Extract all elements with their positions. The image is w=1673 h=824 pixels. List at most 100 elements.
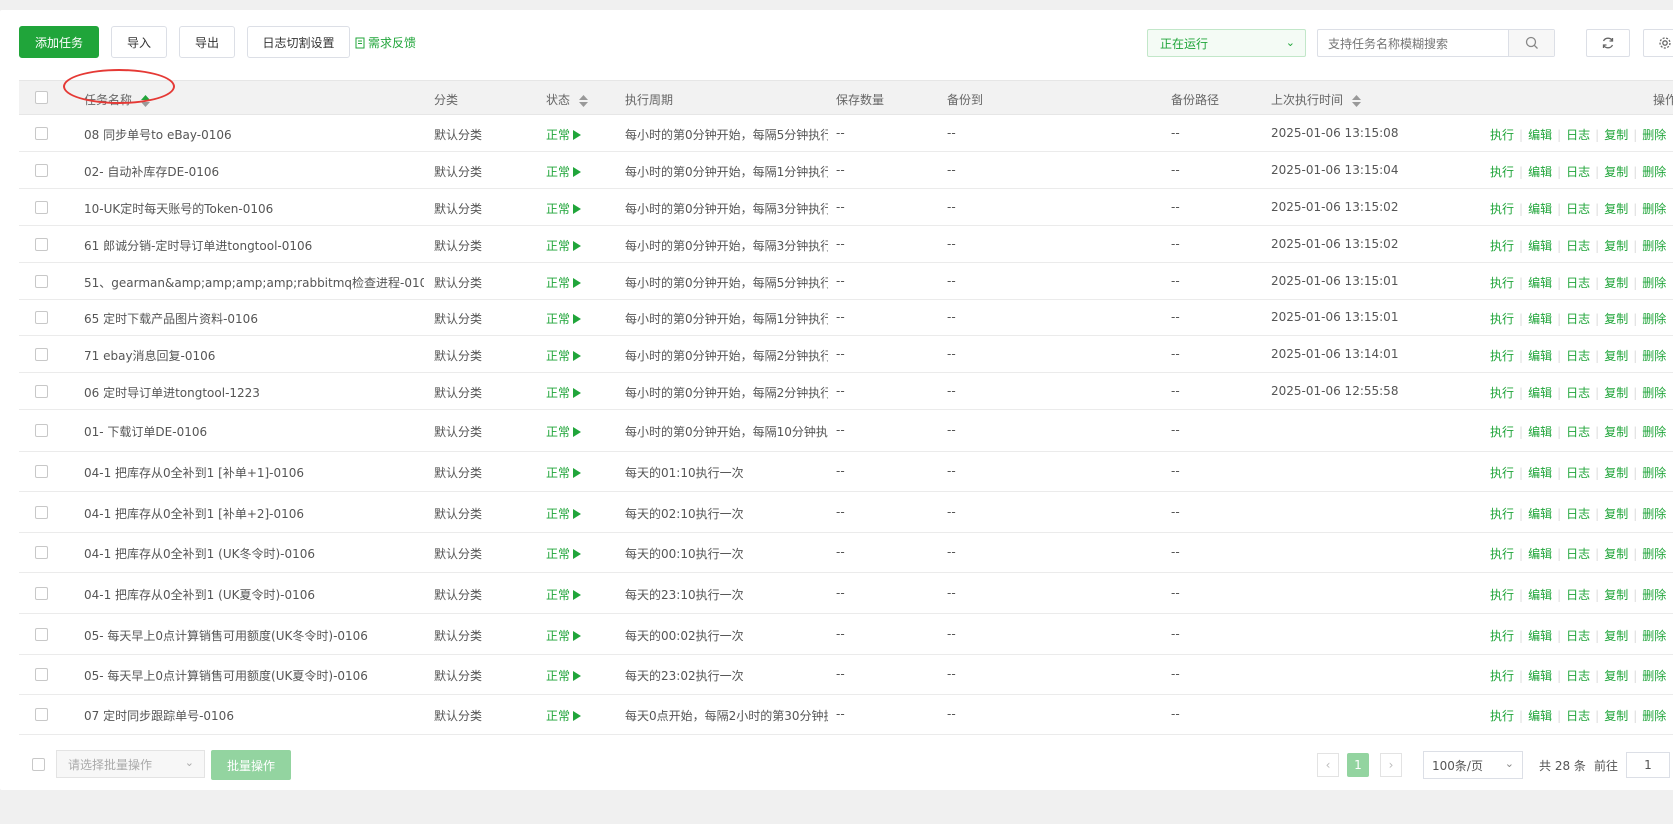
task-name[interactable]: 61 郎诚分销-定时导订单进tongtool-0106: [84, 237, 424, 254]
copy-link[interactable]: 复制: [1604, 466, 1628, 480]
log-link[interactable]: 日志: [1566, 202, 1590, 216]
edit-link[interactable]: 编辑: [1528, 588, 1552, 602]
status-filter-select[interactable]: 正在运行 ⌄: [1147, 29, 1306, 57]
log-split-settings-button[interactable]: 日志切割设置: [247, 26, 350, 58]
task-status[interactable]: 正常: [546, 274, 582, 291]
task-status[interactable]: 正常: [546, 586, 582, 603]
task-name[interactable]: 04-1 把库存从0全补到1 [补单+2]-0106: [84, 505, 424, 522]
log-link[interactable]: 日志: [1566, 312, 1590, 326]
task-name[interactable]: 04-1 把库存从0全补到1 (UK夏令时)-0106: [84, 586, 424, 603]
log-link[interactable]: 日志: [1566, 239, 1590, 253]
task-status[interactable]: 正常: [546, 200, 582, 217]
row-checkbox[interactable]: [35, 164, 48, 177]
run-link[interactable]: 执行: [1490, 547, 1514, 561]
edit-link[interactable]: 编辑: [1528, 709, 1552, 723]
row-checkbox[interactable]: [35, 311, 48, 324]
row-checkbox[interactable]: [35, 275, 48, 288]
row-checkbox[interactable]: [35, 587, 48, 600]
task-status[interactable]: 正常: [546, 667, 582, 684]
copy-link[interactable]: 复制: [1604, 202, 1628, 216]
edit-link[interactable]: 编辑: [1528, 669, 1552, 683]
task-status[interactable]: 正常: [546, 237, 582, 254]
header-last-run[interactable]: 上次执行时间: [1271, 91, 1361, 108]
edit-link[interactable]: 编辑: [1528, 629, 1552, 643]
copy-link[interactable]: 复制: [1604, 547, 1628, 561]
edit-link[interactable]: 编辑: [1528, 128, 1552, 142]
export-button[interactable]: 导出: [179, 26, 235, 58]
prev-page-button[interactable]: ‹: [1317, 753, 1339, 777]
run-link[interactable]: 执行: [1490, 312, 1514, 326]
delete-link[interactable]: 删除: [1642, 588, 1666, 602]
delete-link[interactable]: 删除: [1642, 202, 1666, 216]
settings-button[interactable]: [1643, 29, 1673, 57]
delete-link[interactable]: 删除: [1642, 128, 1666, 142]
delete-link[interactable]: 删除: [1642, 312, 1666, 326]
batch-action-select[interactable]: 请选择批量操作 ⌄: [56, 750, 205, 778]
row-checkbox[interactable]: [35, 238, 48, 251]
run-link[interactable]: 执行: [1490, 425, 1514, 439]
log-link[interactable]: 日志: [1566, 588, 1590, 602]
run-link[interactable]: 执行: [1490, 165, 1514, 179]
log-link[interactable]: 日志: [1566, 276, 1590, 290]
log-link[interactable]: 日志: [1566, 547, 1590, 561]
copy-link[interactable]: 复制: [1604, 386, 1628, 400]
copy-link[interactable]: 复制: [1604, 669, 1628, 683]
copy-link[interactable]: 复制: [1604, 425, 1628, 439]
log-link[interactable]: 日志: [1566, 669, 1590, 683]
task-status[interactable]: 正常: [546, 627, 582, 644]
run-link[interactable]: 执行: [1490, 202, 1514, 216]
edit-link[interactable]: 编辑: [1528, 349, 1552, 363]
log-link[interactable]: 日志: [1566, 466, 1590, 480]
task-status[interactable]: 正常: [546, 384, 582, 401]
row-checkbox[interactable]: [35, 546, 48, 559]
copy-link[interactable]: 复制: [1604, 239, 1628, 253]
page-size-select[interactable]: 100条/页 ⌄: [1423, 751, 1523, 779]
log-link[interactable]: 日志: [1566, 165, 1590, 179]
goto-page-input[interactable]: 1: [1626, 752, 1670, 778]
delete-link[interactable]: 删除: [1642, 239, 1666, 253]
edit-link[interactable]: 编辑: [1528, 547, 1552, 561]
delete-link[interactable]: 删除: [1642, 669, 1666, 683]
task-name[interactable]: 05- 每天早上0点计算销售可用额度(UK冬令时)-0106: [84, 627, 424, 644]
copy-link[interactable]: 复制: [1604, 507, 1628, 521]
task-status[interactable]: 正常: [546, 707, 582, 724]
row-checkbox[interactable]: [35, 127, 48, 140]
row-checkbox[interactable]: [35, 628, 48, 641]
task-name[interactable]: 08 同步单号to eBay-0106: [84, 126, 424, 143]
log-link[interactable]: 日志: [1566, 425, 1590, 439]
task-status[interactable]: 正常: [546, 505, 582, 522]
row-checkbox[interactable]: [35, 668, 48, 681]
delete-link[interactable]: 删除: [1642, 709, 1666, 723]
edit-link[interactable]: 编辑: [1528, 466, 1552, 480]
task-status[interactable]: 正常: [546, 126, 582, 143]
row-checkbox[interactable]: [35, 385, 48, 398]
batch-action-button[interactable]: 批量操作: [211, 750, 291, 780]
run-link[interactable]: 执行: [1490, 349, 1514, 363]
copy-link[interactable]: 复制: [1604, 312, 1628, 326]
header-status[interactable]: 状态: [546, 91, 588, 108]
copy-link[interactable]: 复制: [1604, 629, 1628, 643]
run-link[interactable]: 执行: [1490, 466, 1514, 480]
delete-link[interactable]: 删除: [1642, 276, 1666, 290]
log-link[interactable]: 日志: [1566, 629, 1590, 643]
refresh-button[interactable]: [1586, 29, 1630, 57]
row-checkbox[interactable]: [35, 708, 48, 721]
copy-link[interactable]: 复制: [1604, 165, 1628, 179]
delete-link[interactable]: 删除: [1642, 547, 1666, 561]
row-checkbox[interactable]: [35, 424, 48, 437]
task-status[interactable]: 正常: [546, 464, 582, 481]
task-name[interactable]: 02- 自动补库存DE-0106: [84, 163, 424, 180]
task-status[interactable]: 正常: [546, 423, 582, 440]
page-number-current[interactable]: 1: [1347, 753, 1369, 777]
row-checkbox[interactable]: [35, 201, 48, 214]
task-name[interactable]: 51、gearman&amp;amp;amp;amp;rabbitmq检查进程-…: [84, 274, 424, 291]
run-link[interactable]: 执行: [1490, 588, 1514, 602]
log-link[interactable]: 日志: [1566, 386, 1590, 400]
import-button[interactable]: 导入: [111, 26, 167, 58]
run-link[interactable]: 执行: [1490, 276, 1514, 290]
run-link[interactable]: 执行: [1490, 128, 1514, 142]
delete-link[interactable]: 删除: [1642, 466, 1666, 480]
log-link[interactable]: 日志: [1566, 507, 1590, 521]
task-name[interactable]: 01- 下载订单DE-0106: [84, 423, 424, 440]
delete-link[interactable]: 删除: [1642, 629, 1666, 643]
